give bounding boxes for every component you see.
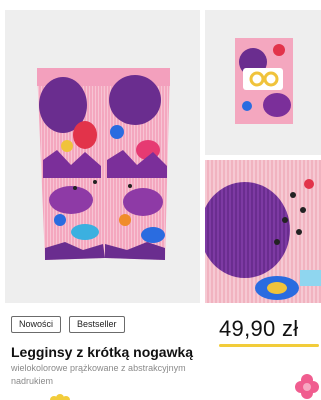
- product-photo-packaged[interactable]: [205, 10, 321, 155]
- product-photo-fabric-closeup[interactable]: [205, 160, 321, 303]
- product-photo-main[interactable]: [5, 10, 200, 303]
- badge-new[interactable]: Nowości: [11, 316, 62, 333]
- fabric-illustration: [205, 160, 321, 303]
- product-description: wielokolorowe prążkowane z abstrakcyjnym…: [11, 363, 186, 386]
- badge-group: Nowości Bestseller: [11, 316, 125, 333]
- pink-flower-icon: [295, 374, 319, 399]
- yellow-flower-icon: [50, 394, 70, 400]
- price-underline: [219, 344, 319, 347]
- product-title[interactable]: Legginsy z krótką nogawką: [11, 344, 193, 360]
- shorts-illustration: [5, 10, 200, 303]
- badge-bestseller[interactable]: Bestseller: [69, 316, 125, 333]
- package-illustration: [205, 10, 321, 155]
- product-price: 49,90 zł: [219, 316, 299, 341]
